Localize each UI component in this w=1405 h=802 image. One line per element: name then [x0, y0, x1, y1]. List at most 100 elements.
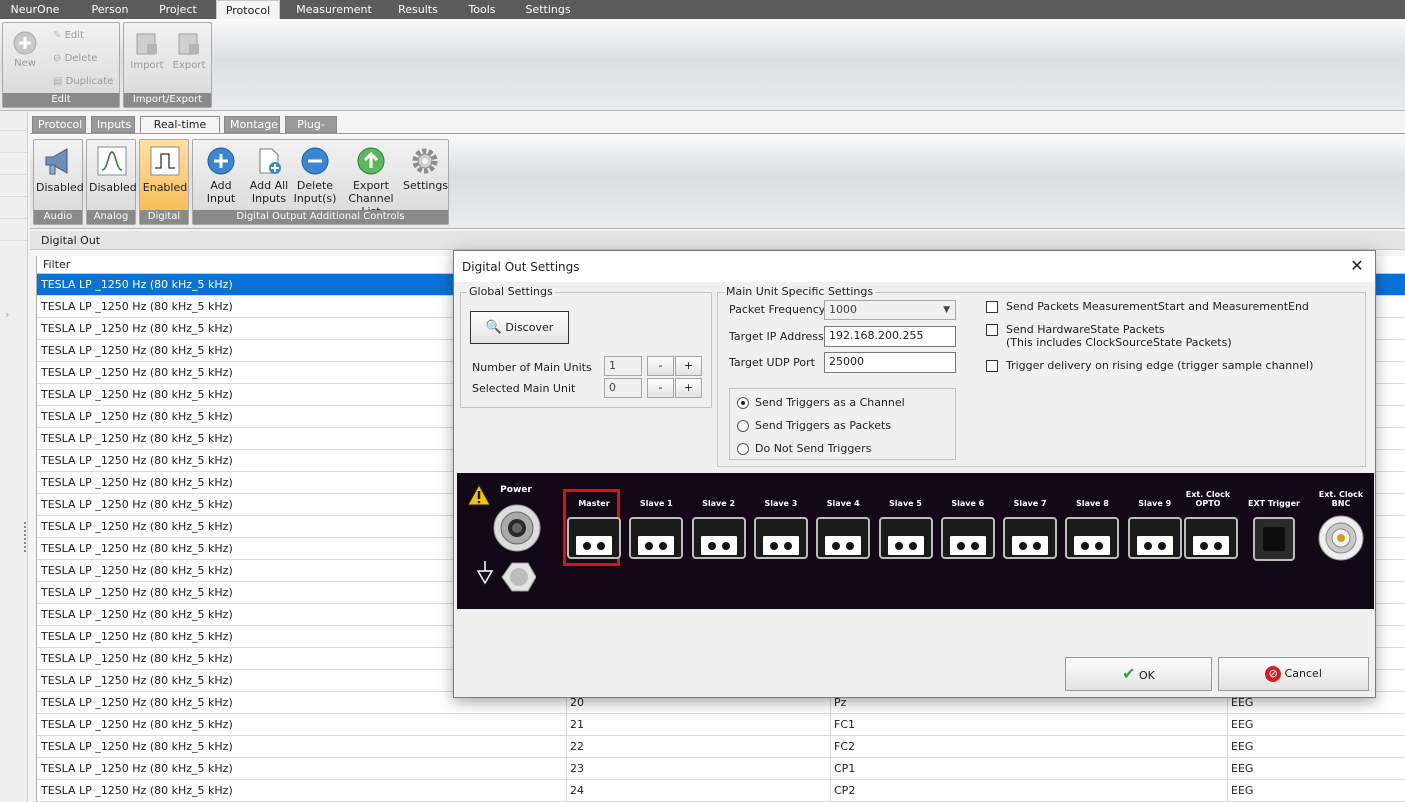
radio-send-triggers-packets[interactable]: [737, 420, 749, 432]
duplicate-icon: ▤: [53, 76, 66, 87]
tab-plugins[interactable]: Plug-ins: [285, 116, 337, 146]
checkmark-icon: ✔: [1122, 664, 1136, 683]
trigger-rising-edge-label: Trigger delivery on rising edge (trigger…: [1006, 359, 1314, 372]
cell-filter: TESLA LP _1250 Hz (80 kHz_5 kHz): [41, 388, 233, 401]
packet-frequency-select[interactable]: 1000 ▼: [824, 300, 956, 320]
radio-do-not-send-triggers[interactable]: [737, 443, 749, 455]
menu-measurement[interactable]: Measurement: [292, 0, 376, 19]
cell-filter: TESLA LP _1250 Hz (80 kHz_5 kHz): [41, 344, 233, 357]
ext-clock-bnc-label-1: Ext. Clock: [1318, 490, 1364, 499]
menu-project[interactable]: Project: [148, 0, 208, 19]
port-slave-8[interactable]: [1065, 517, 1120, 559]
settings-label: Settings: [403, 179, 449, 192]
digital-state-label: Enabled: [142, 181, 188, 194]
digital-group: Enabled Digital: [139, 139, 189, 225]
audio-toggle-button[interactable]: Disabled: [36, 144, 84, 194]
export-button[interactable]: Export: [170, 31, 208, 72]
cancel-button[interactable]: ⊘ Cancel: [1218, 657, 1369, 691]
duplicate-button[interactable]: ▤ Duplicate: [53, 74, 113, 90]
expand-arrow-icon[interactable]: ›: [5, 308, 9, 321]
dialog-titlebar: Digital Out Settings ✕: [454, 251, 1375, 282]
num-units-increment-button[interactable]: +: [675, 356, 702, 376]
global-settings-legend: Global Settings: [467, 285, 555, 298]
import-button[interactable]: Import: [128, 31, 166, 72]
packet-frequency-value: 1000: [829, 303, 857, 316]
port-label: Slave 6: [951, 499, 985, 508]
cell-channel-name: CP2: [834, 784, 856, 797]
cell-filter: TESLA LP _1250 Hz (80 kHz_5 kHz): [41, 696, 233, 709]
ext-clock-bnc-label-2: BNC: [1331, 499, 1351, 508]
table-row[interactable]: TESLA LP _1250 Hz (80 kHz_5 kHz) 23 CP1 EEG: [37, 758, 1405, 780]
selected-unit-increment-button[interactable]: +: [675, 378, 702, 398]
ext-clock-opto-port[interactable]: [1184, 517, 1238, 559]
udp-port-label: Target UDP Port: [729, 356, 815, 369]
target-ip-input[interactable]: 192.168.200.255: [824, 326, 956, 347]
port-master[interactable]: [567, 517, 621, 559]
port-slave-9[interactable]: [1127, 517, 1182, 559]
send-hardware-state-checkbox[interactable]: [986, 324, 998, 336]
table-row[interactable]: TESLA LP _1250 Hz (80 kHz_5 kHz) 24 CP2 EEG: [37, 780, 1405, 802]
new-button[interactable]: New: [7, 31, 43, 70]
edit-button[interactable]: ✎ Edit: [53, 28, 84, 44]
radio-send-triggers-channel[interactable]: [737, 397, 749, 409]
tab-inputs[interactable]: Inputs: [91, 116, 135, 133]
menu-settings[interactable]: Settings: [516, 0, 580, 19]
port-slave-7[interactable]: [1003, 517, 1058, 559]
new-label: New: [14, 58, 36, 69]
cell-filter: TESLA LP _1250 Hz (80 kHz_5 kHz): [41, 520, 233, 533]
main-ribbon: New ✎ Edit ⊖ Delete ▤ Duplicate Edit Imp…: [0, 19, 1405, 111]
digital-toggle-button[interactable]: Enabled: [142, 144, 188, 194]
selected-unit-field[interactable]: 0: [604, 378, 642, 398]
trigger-rising-edge-checkbox[interactable]: [986, 360, 998, 372]
table-row[interactable]: TESLA LP _1250 Hz (80 kHz_5 kHz) 21 FC1 EEG: [37, 714, 1405, 736]
digital-out-header: Digital Out: [30, 231, 1405, 250]
num-units-field[interactable]: 1: [604, 356, 642, 376]
bnc-connector-icon[interactable]: [1318, 515, 1364, 561]
cell-filter: TESLA LP _1250 Hz (80 kHz_5 kHz): [41, 652, 233, 665]
num-units-decrement-button[interactable]: -: [647, 356, 674, 376]
port-label: Slave 1: [639, 499, 673, 508]
port-slave-1[interactable]: [629, 517, 684, 559]
port-slave-6[interactable]: [940, 517, 995, 559]
menu-protocol[interactable]: Protocol: [216, 0, 280, 19]
table-row[interactable]: TESLA LP _1250 Hz (80 kHz_5 kHz) 22 FC2 EEG: [37, 736, 1405, 758]
menu-neurone[interactable]: NeurOne: [4, 0, 66, 19]
send-packets-checkbox[interactable]: [986, 301, 998, 313]
analog-group: Disabled Analog: [86, 139, 137, 225]
menu-person[interactable]: Person: [80, 0, 140, 19]
global-settings-group: Global Settings 🔍 Discover Number of Mai…: [460, 285, 712, 408]
udp-port-input[interactable]: 25000: [824, 352, 956, 373]
ext-trigger-port[interactable]: [1253, 517, 1295, 561]
port-slave-2[interactable]: [691, 517, 746, 559]
add-input-button[interactable]: Add Input: [195, 146, 247, 205]
analog-toggle-button[interactable]: Disabled: [89, 144, 137, 194]
magnifier-icon: 🔍: [485, 320, 502, 335]
add-all-inputs-button[interactable]: Add All Inputs: [247, 146, 291, 205]
port-slave-5[interactable]: [878, 517, 933, 559]
selected-unit-decrement-button[interactable]: -: [647, 378, 674, 398]
splitter-grip[interactable]: [24, 522, 27, 552]
port-label: Slave 8: [1075, 499, 1109, 508]
delete-inputs-button[interactable]: Delete Input(s): [291, 146, 339, 205]
cancel-icon: ⊘: [1265, 666, 1282, 682]
cell-filter: TESLA LP _1250 Hz (80 kHz_5 kHz): [41, 542, 233, 555]
cell-filter: TESLA LP _1250 Hz (80 kHz_5 kHz): [41, 564, 233, 577]
settings-button[interactable]: Settings: [403, 146, 449, 192]
port-slave-3[interactable]: [753, 517, 808, 559]
tab-realtime-out[interactable]: Real-time Out: [140, 116, 220, 146]
main-unit-settings-group: Main Unit Specific Settings Packet Frequ…: [717, 285, 1366, 467]
import-icon: [136, 33, 157, 55]
ok-button[interactable]: ✔ OK: [1065, 657, 1212, 691]
close-icon[interactable]: ✕: [1347, 256, 1367, 276]
menu-tools[interactable]: Tools: [456, 0, 508, 19]
cell-type: EEG: [1231, 718, 1254, 731]
tab-protocol[interactable]: Protocol: [32, 116, 86, 133]
port-slave-4[interactable]: [816, 517, 871, 559]
tab-montage[interactable]: Montage: [224, 116, 280, 133]
discover-button[interactable]: 🔍 Discover: [470, 311, 569, 344]
radio-none-label: Do Not Send Triggers: [755, 442, 872, 455]
export-channel-list-button[interactable]: Export Channel List: [339, 146, 403, 218]
cell-number: 22: [570, 740, 584, 753]
delete-button[interactable]: ⊖ Delete: [53, 51, 97, 67]
menu-results[interactable]: Results: [386, 0, 450, 19]
